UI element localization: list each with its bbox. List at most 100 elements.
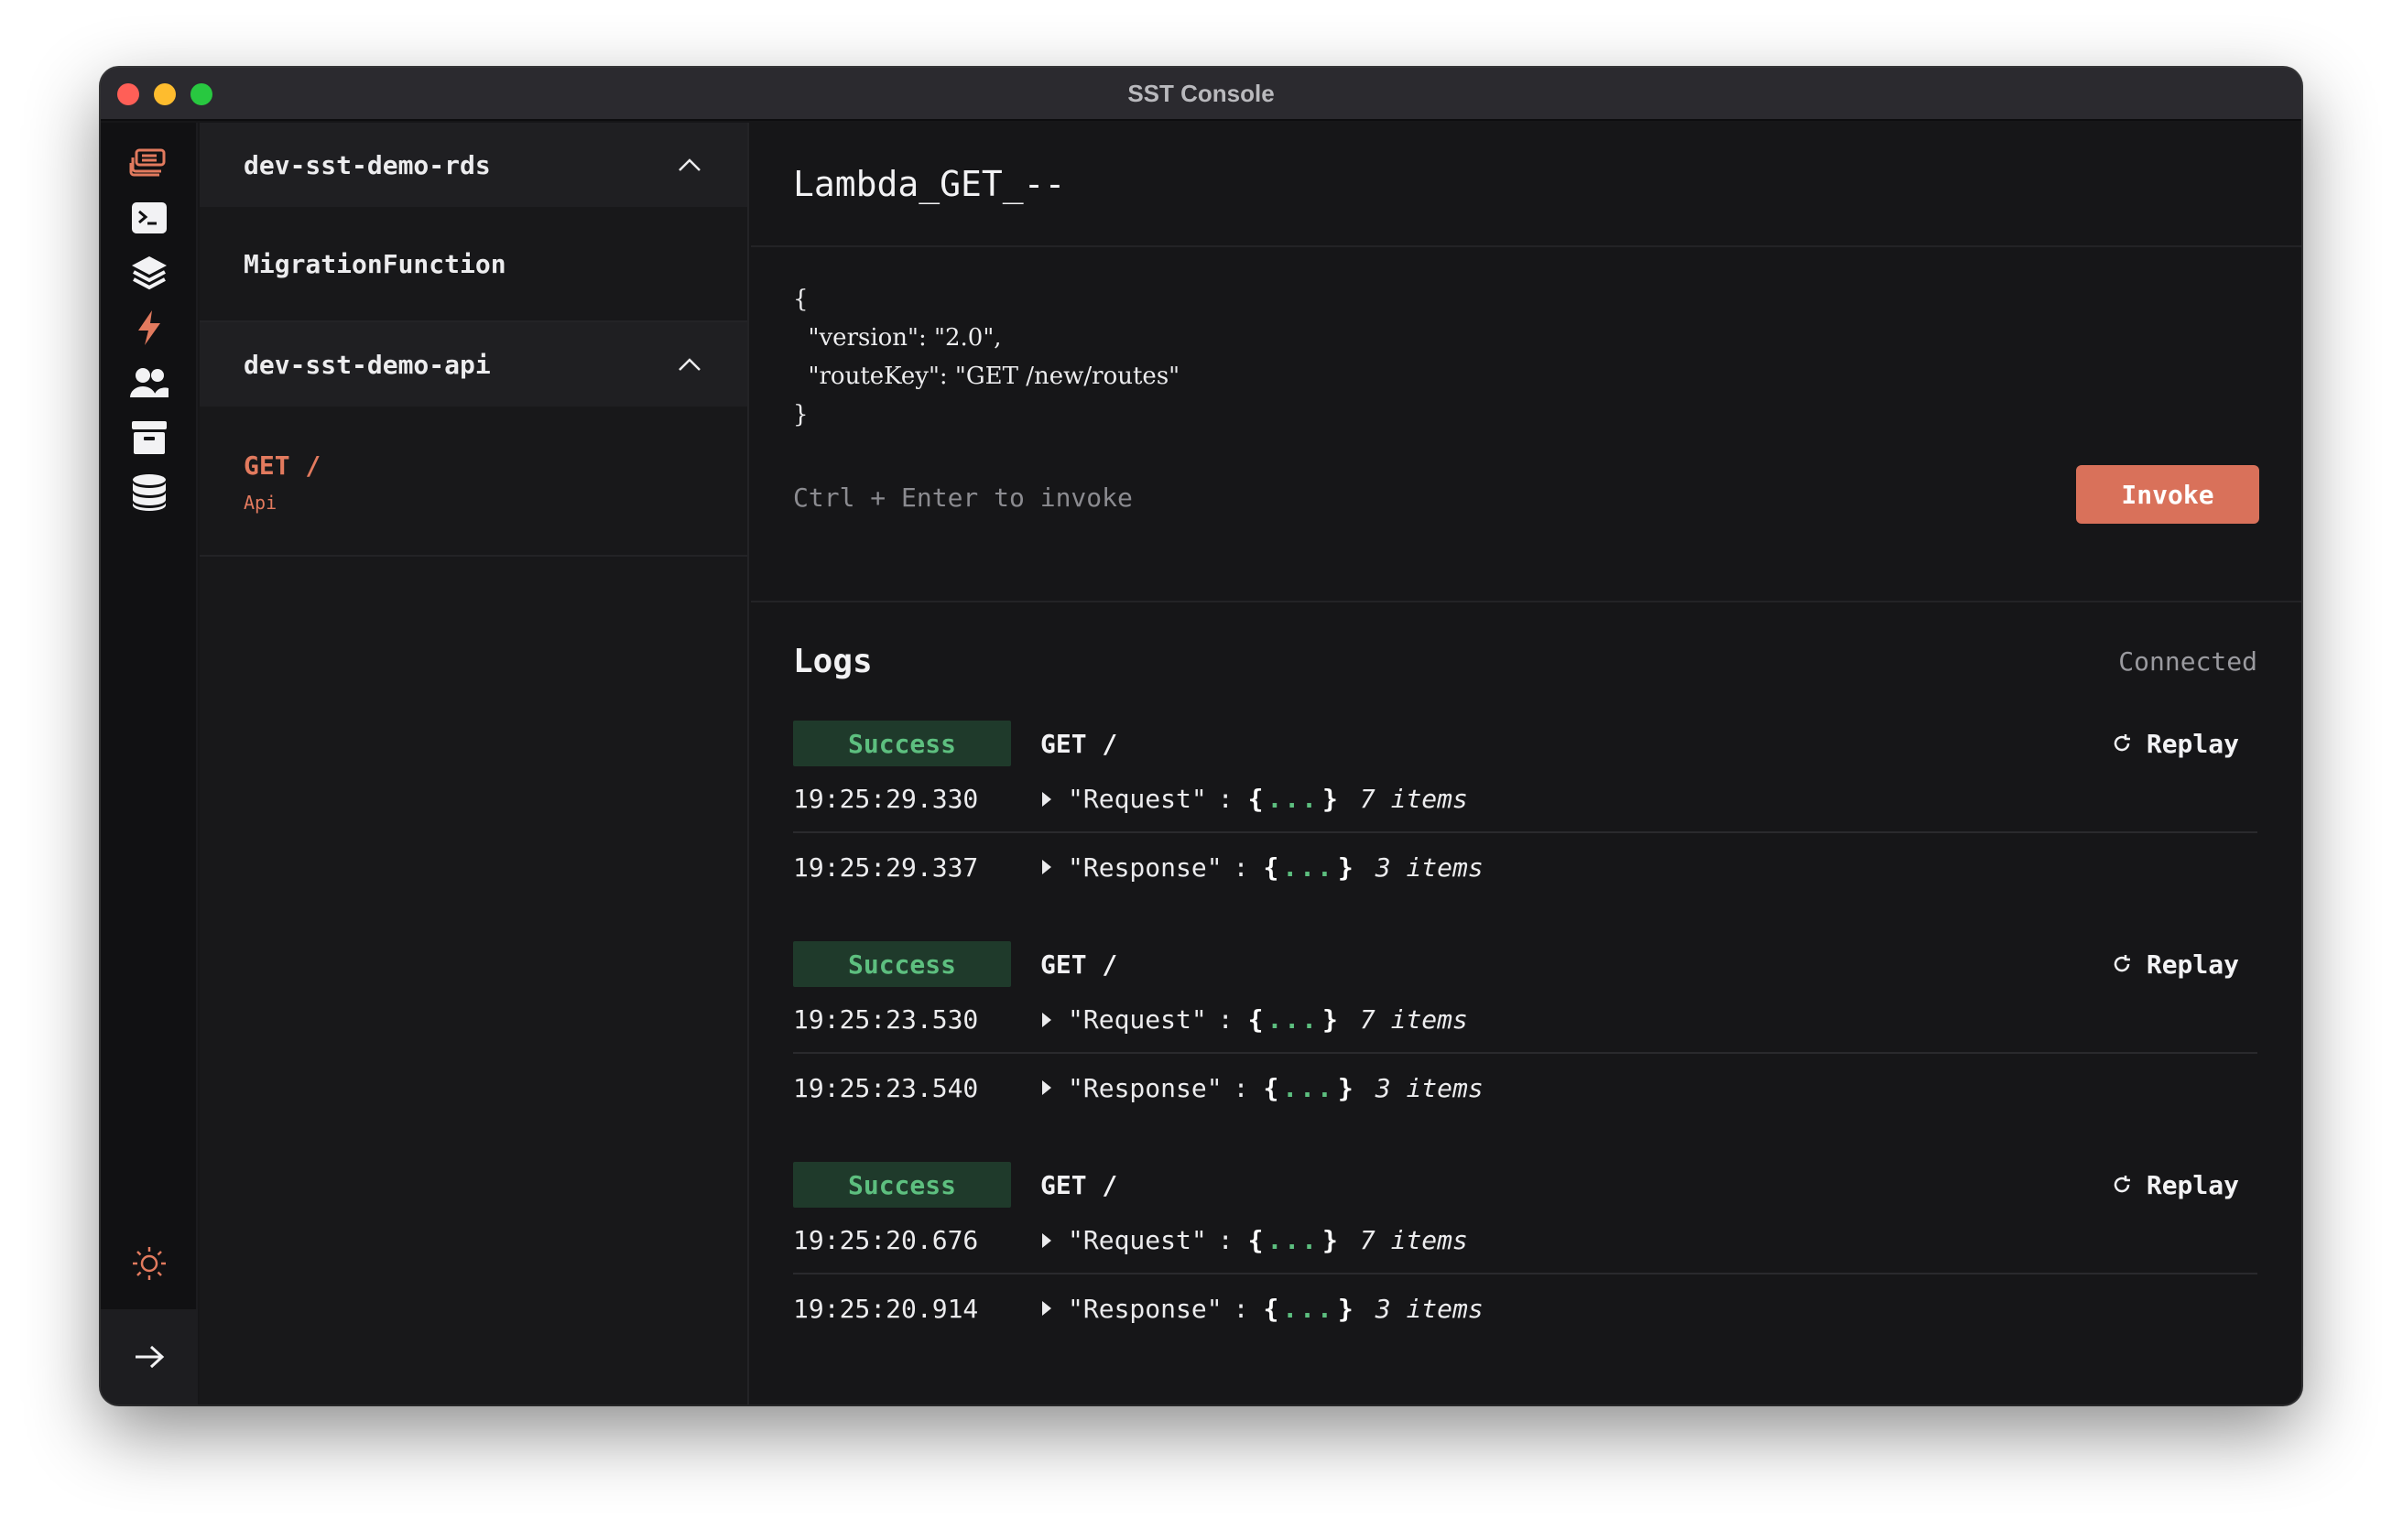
sun-icon[interactable] <box>129 1243 169 1284</box>
log-separator: : <box>1233 851 1249 883</box>
log-open-brace: { <box>1247 1004 1264 1035</box>
log-collapsed-dots: ... <box>1282 1293 1334 1324</box>
log-open-brace: { <box>1263 1293 1279 1324</box>
status-badge: Success <box>793 1162 1011 1208</box>
expand-sidebar-button[interactable] <box>101 1309 198 1404</box>
close-window-button[interactable] <box>117 83 139 105</box>
log-timestamp: 19:25:20.914 <box>793 1293 979 1324</box>
payload-editor[interactable]: { "version": "2.0", "routeKey": "GET /ne… <box>751 247 2301 465</box>
log-entry: Success GET / Replay 19:25:29.330 "Reque… <box>751 721 2301 901</box>
status-badge: Success <box>793 941 1011 987</box>
expand-triangle-icon[interactable] <box>1042 1080 1051 1095</box>
log-item-count: 3 items <box>1375 851 1484 883</box>
log-collapsed-dots: ... <box>1267 1225 1320 1255</box>
log-separator: : <box>1217 1225 1234 1255</box>
chevron-up-icon[interactable] <box>678 157 701 172</box>
replay-label: Replay <box>2146 1169 2239 1200</box>
replay-button[interactable]: Replay <box>2112 1170 2239 1200</box>
log-timestamp: 19:25:23.540 <box>793 1072 979 1103</box>
invoke-button[interactable]: Invoke <box>2076 465 2259 524</box>
log-open-brace: { <box>1247 1225 1264 1255</box>
function-label: GET / <box>244 450 321 481</box>
log-key: "Request" <box>1068 1004 1207 1035</box>
function-item-active[interactable]: GET / Api <box>200 407 747 557</box>
log-separator: : <box>1217 784 1234 814</box>
log-close-brace: } <box>1337 1072 1354 1103</box>
log-request-row[interactable]: 19:25:20.676 "Request" : { ... } 7 items <box>793 1208 2257 1274</box>
log-open-brace: { <box>1263 851 1279 883</box>
function-detail: Lambda_GET_-- { "version": "2.0", "route… <box>751 123 2301 1404</box>
minimize-window-button[interactable] <box>154 83 176 105</box>
invoke-hint: Ctrl + Enter to invoke <box>793 483 1133 513</box>
expand-triangle-icon[interactable] <box>1042 1232 1051 1248</box>
users-icon[interactable] <box>129 363 169 403</box>
log-response-row[interactable]: 19:25:23.540 "Response" : { ... } 3 item… <box>793 1054 2257 1122</box>
expand-triangle-icon[interactable] <box>1042 1012 1051 1027</box>
log-key: "Response" <box>1068 1293 1223 1324</box>
log-close-brace: } <box>1322 1225 1338 1255</box>
expand-triangle-icon[interactable] <box>1042 1301 1051 1316</box>
chevron-up-icon[interactable] <box>678 357 701 372</box>
log-timestamp: 19:25:29.330 <box>793 784 979 814</box>
stack-group-header[interactable]: dev-sst-demo-rds <box>200 123 747 207</box>
functions-panel: dev-sst-demo-rds MigrationFunction dev-s… <box>200 123 749 1404</box>
log-request-row[interactable]: 19:25:23.530 "Request" : { ... } 7 items <box>793 987 2257 1054</box>
function-type: Api <box>244 492 277 514</box>
window-controls <box>117 83 212 105</box>
replay-label: Replay <box>2146 728 2239 759</box>
replay-icon <box>2114 955 2130 972</box>
log-collapsed-dots: ... <box>1282 1072 1334 1103</box>
invoke-bar: Ctrl + Enter to invoke Invoke <box>751 465 2301 602</box>
log-item-count: 7 items <box>1359 1004 1468 1035</box>
stacks-icon[interactable] <box>129 143 169 183</box>
log-open-brace: { <box>1247 784 1264 814</box>
archive-icon[interactable] <box>129 418 169 458</box>
replay-label: Replay <box>2146 949 2239 980</box>
log-key: "Request" <box>1068 784 1207 814</box>
database-icon[interactable] <box>129 472 169 513</box>
icon-rail <box>101 123 198 1404</box>
log-response-row[interactable]: 19:25:20.914 "Response" : { ... } 3 item… <box>793 1274 2257 1342</box>
log-separator: : <box>1233 1293 1249 1324</box>
replay-button[interactable]: Replay <box>2112 949 2239 980</box>
stack-group-header[interactable]: dev-sst-demo-api <box>200 322 747 407</box>
log-entry-header: Success GET / Replay <box>793 721 2257 766</box>
zoom-window-button[interactable] <box>190 83 212 105</box>
title-bar: SST Console <box>101 68 2301 121</box>
connection-status: Connected <box>2118 646 2257 677</box>
log-key: "Request" <box>1068 1225 1207 1255</box>
stack-name: dev-sst-demo-api <box>244 349 491 380</box>
app-window: SST Console dev-sst-demo-rds MigrationFu… <box>101 68 2301 1404</box>
log-timestamp: 19:25:23.530 <box>793 1004 979 1035</box>
log-item-count: 3 items <box>1375 1293 1484 1324</box>
status-badge: Success <box>793 721 1011 766</box>
log-item-count: 7 items <box>1359 784 1468 814</box>
logs-header: Logs Connected <box>751 602 2301 680</box>
log-request-row[interactable]: 19:25:29.330 "Request" : { ... } 7 items <box>793 766 2257 833</box>
log-open-brace: { <box>1263 1072 1279 1103</box>
log-route: GET / <box>1040 1169 1118 1200</box>
log-close-brace: } <box>1322 1004 1338 1035</box>
log-response-row[interactable]: 19:25:29.337 "Response" : { ... } 3 item… <box>793 833 2257 901</box>
function-item[interactable]: MigrationFunction <box>200 207 747 322</box>
layers-icon[interactable] <box>129 253 169 293</box>
window-title: SST Console <box>1127 79 1275 107</box>
log-close-brace: } <box>1322 784 1338 814</box>
expand-triangle-icon[interactable] <box>1042 860 1051 874</box>
log-separator: : <box>1217 1004 1234 1035</box>
log-collapsed-dots: ... <box>1267 784 1320 814</box>
terminal-icon[interactable] <box>129 198 169 238</box>
log-timestamp: 19:25:20.676 <box>793 1225 979 1255</box>
log-close-brace: } <box>1337 1293 1354 1324</box>
lightning-icon[interactable] <box>129 308 169 348</box>
expand-triangle-icon[interactable] <box>1042 791 1051 807</box>
log-close-brace: } <box>1337 851 1354 883</box>
replay-button[interactable]: Replay <box>2112 729 2239 759</box>
log-entry-header: Success GET / Replay <box>793 1162 2257 1208</box>
log-item-count: 3 items <box>1375 1072 1484 1103</box>
log-separator: : <box>1233 1072 1249 1103</box>
function-label: MigrationFunction <box>244 248 506 279</box>
log-timestamp: 19:25:29.337 <box>793 851 979 883</box>
log-entry: Success GET / Replay 19:25:23.530 "Reque… <box>751 941 2301 1122</box>
stack-name: dev-sst-demo-rds <box>244 149 491 180</box>
